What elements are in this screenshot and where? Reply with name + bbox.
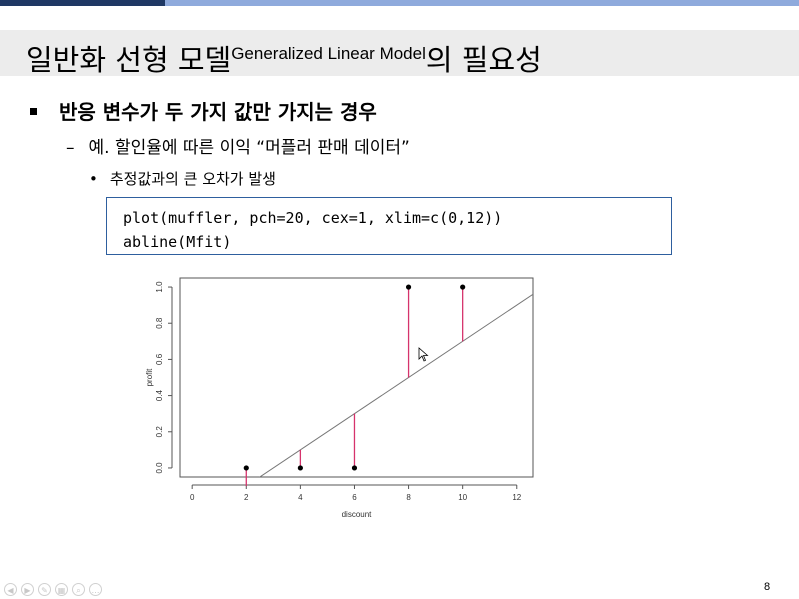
pen-tool-icon[interactable]: ✎	[38, 583, 51, 596]
bullet-level-2: – 예. 할인율에 따른 이익 “머플러 판매 데이터”	[66, 133, 410, 158]
top-accent-bar-dark	[0, 0, 165, 6]
y-tick-label: 1.0	[155, 281, 164, 293]
title-main: 일반화 선형 모델	[26, 43, 232, 77]
data-point	[405, 284, 412, 290]
page-number: 8	[764, 581, 771, 593]
dot-bullet-icon: •	[89, 170, 98, 188]
x-tick-label: 2	[244, 493, 249, 502]
y-tick-label: 0.2	[155, 426, 164, 438]
fit-line	[258, 293, 533, 477]
slide-title: 일반화 선형 모델Generalized Linear Model의 필요성	[26, 36, 542, 78]
slideshow-nav-bar: ◀ ▶ ✎ ▦ ⌕ …	[4, 583, 102, 596]
bullet-level-2-text: 예. 할인율에 따른 이익 “머플러 판매 데이터”	[88, 138, 410, 158]
x-tick-label: 8	[406, 493, 411, 502]
x-tick-label: 0	[190, 493, 195, 502]
x-tick-label: 6	[352, 493, 357, 502]
y-tick-label: 0.4	[155, 389, 164, 401]
mouse-cursor-icon	[418, 347, 429, 362]
y-axis-label: profit	[145, 368, 154, 387]
code-line: abline(Mfit)	[123, 233, 232, 251]
data-point	[297, 465, 303, 471]
more-options-icon[interactable]: …	[89, 583, 102, 596]
x-axis-label: discount	[342, 510, 373, 519]
data-point	[460, 284, 466, 290]
y-tick-label: 0.8	[155, 317, 164, 329]
slides-view-icon[interactable]: ▦	[55, 583, 68, 596]
data-point	[243, 465, 249, 471]
x-tick-label: 12	[512, 493, 521, 502]
dash-bullet-icon: –	[66, 138, 75, 158]
code-box: plot(muffler, pch=20, cex=1, xlim=c(0,12…	[106, 197, 672, 255]
bullet-level-1: 반응 변수가 두 가지 값만 가지는 경우	[30, 96, 377, 125]
title-superscript: Generalized Linear Model	[231, 44, 426, 63]
square-bullet-icon	[30, 108, 37, 115]
code-line: plot(muffler, pch=20, cex=1, xlim=c(0,12…	[123, 209, 503, 227]
title-suffix: 의 필요성	[425, 43, 542, 77]
bullet-level-3: • 추정값과의 큰 오차가 발생	[89, 168, 276, 189]
data-point	[351, 465, 358, 471]
bullet-level-3-text: 추정값과의 큰 오차가 발생	[109, 170, 276, 188]
zoom-icon[interactable]: ⌕	[72, 583, 85, 596]
x-tick-label: 10	[458, 493, 467, 502]
plot-frame	[179, 277, 534, 478]
top-accent-bar-light	[165, 0, 799, 6]
scatter-plot: 0 2 4 6 8 10 12 discount 0.0 0.2 0.4 0.6 0.8 1.0 profi…	[145, 277, 534, 519]
x-tick-label: 4	[298, 493, 303, 502]
previous-slide-icon[interactable]: ◀	[4, 583, 17, 596]
y-tick-label: 0.0	[155, 462, 164, 474]
bullet-level-1-text: 반응 변수가 두 가지 값만 가지는 경우	[59, 100, 377, 124]
y-tick-label: 0.6	[155, 353, 164, 365]
next-slide-icon[interactable]: ▶	[21, 583, 34, 596]
